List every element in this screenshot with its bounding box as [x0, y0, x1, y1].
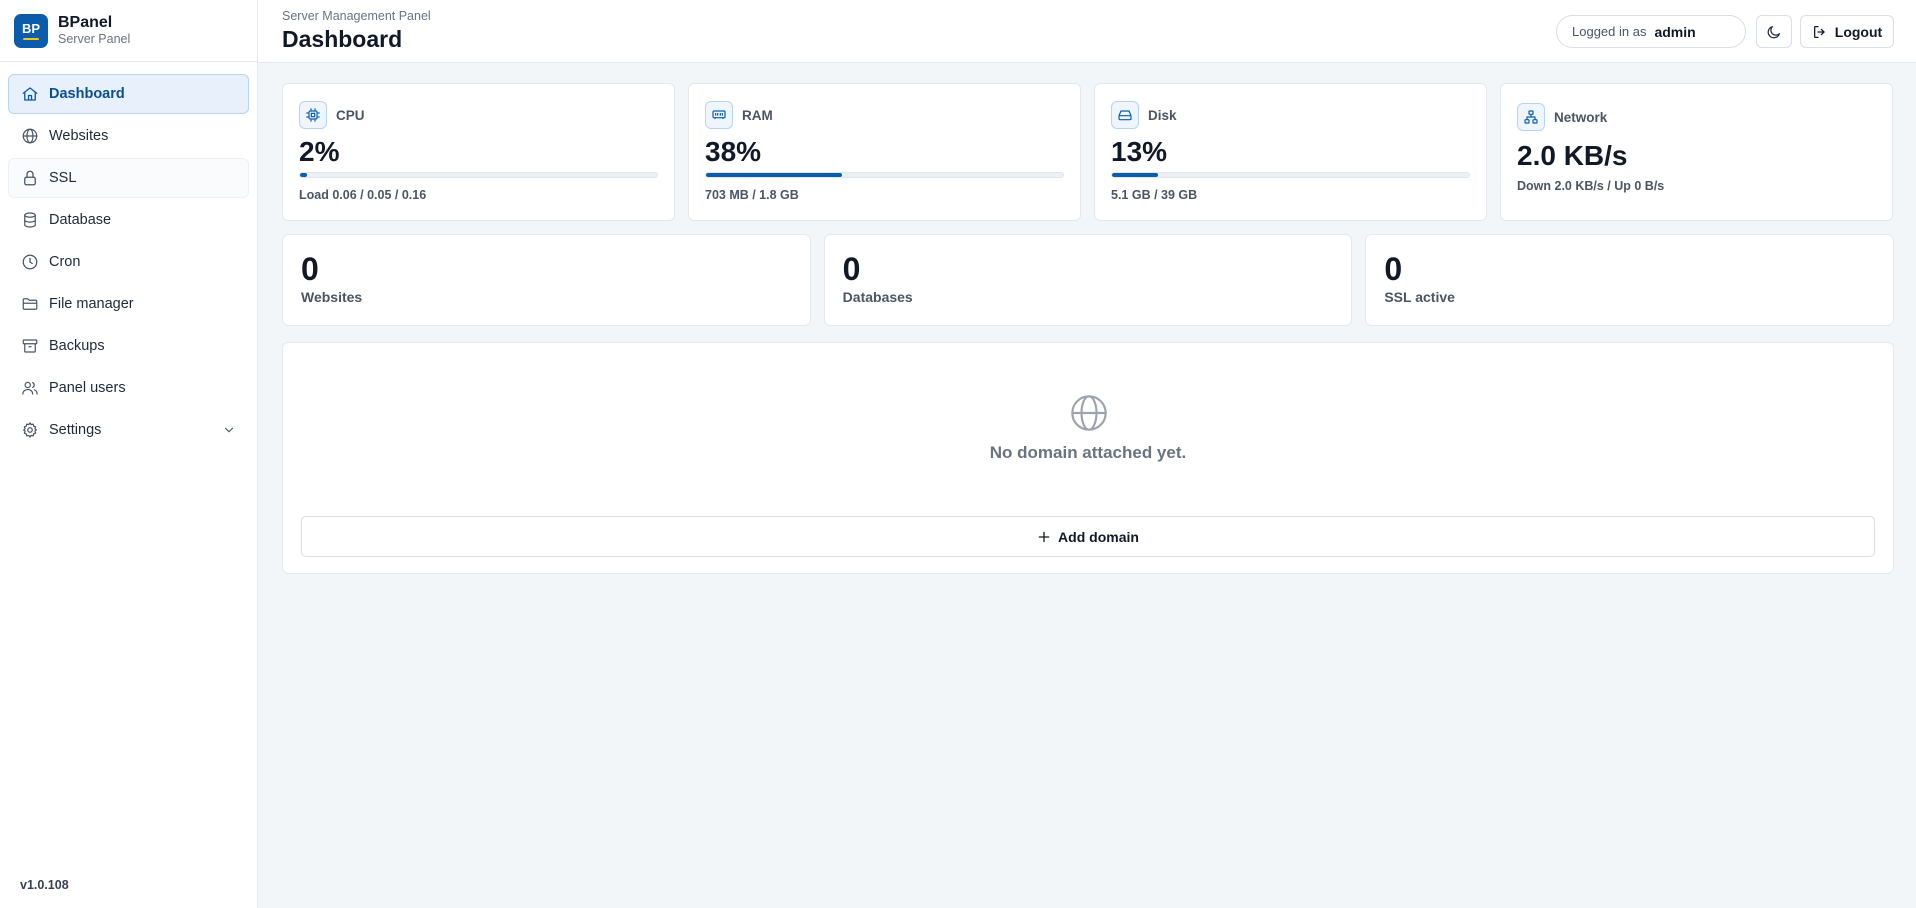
users-icon	[22, 381, 38, 395]
memory-icon	[705, 101, 733, 129]
clock-icon	[22, 254, 38, 270]
archive-icon	[22, 339, 38, 353]
brand-logo-bar	[23, 38, 39, 40]
cpu-progress	[299, 172, 658, 178]
ram-progress	[705, 172, 1064, 178]
sidebar-item-file-manager[interactable]: File manager	[8, 284, 249, 324]
sidebar-item-label: SSL	[49, 170, 77, 186]
add-domain-button[interactable]: Add domain	[301, 516, 1875, 557]
sidebar-item-label: Panel users	[49, 380, 126, 396]
databases-count-label: Databases	[842, 289, 913, 305]
brand-text: BPanel Server Panel	[58, 14, 130, 46]
logout-button[interactable]: Logout	[1800, 15, 1894, 48]
sidebar-item-label: File manager	[49, 296, 134, 312]
cpu-value: 2%	[299, 136, 340, 167]
summary-counts: 0 Websites 0 Databases 0 SSL active	[282, 234, 1895, 326]
globe-icon	[22, 128, 38, 144]
sidebar-item-label: Cron	[49, 254, 81, 270]
sidebar-item-database[interactable]: Database	[8, 200, 249, 240]
domains-panel: No domain attached yet. Add domain	[282, 342, 1894, 574]
user-badge: Logged in as admin	[1556, 15, 1746, 48]
globe-icon	[1071, 395, 1107, 431]
sidebar: BP BPanel Server Panel Dashboard Website…	[0, 0, 258, 908]
brand-subtitle: Server Panel	[58, 31, 131, 46]
ssl-count-label: SSL active	[1384, 289, 1455, 305]
network-card: Network 2.0 KB/s Down 2.0 KB/s / Up 0 B/…	[1500, 83, 1893, 221]
cpu-load: Load 0.06 / 0.05 / 0.16	[299, 188, 427, 202]
database-icon	[24, 212, 36, 228]
disk-value: 13%	[1111, 136, 1168, 167]
network-label: Network	[1554, 109, 1608, 125]
plus-icon	[1038, 531, 1050, 542]
gear-icon	[23, 422, 37, 438]
databases-count-card: 0 Databases	[823, 234, 1353, 326]
home-icon	[22, 87, 38, 101]
network-value: 2.0 KB/s	[1517, 140, 1628, 171]
add-domain-label: Add domain	[1058, 528, 1139, 545]
brand-logo-text: BP	[21, 21, 41, 36]
ram-value: 38%	[705, 136, 762, 167]
folder-icon	[22, 298, 38, 310]
sidebar-item-cron[interactable]: Cron	[8, 242, 249, 282]
network-icon	[1517, 103, 1545, 131]
websites-count-card: 0 Websites	[282, 234, 811, 326]
resource-stats: CPU 2% Load 0.06 / 0.05 / 0.16 RAM 38% 7…	[282, 83, 1894, 221]
logout-label: Logout	[1834, 23, 1883, 40]
brand-logo: BP	[14, 13, 48, 48]
sidebar-item-label: Backups	[49, 338, 105, 354]
sidebar-nav: Dashboard Websites SSL Database Cron Fil…	[0, 62, 257, 450]
disk-progress-fill	[1112, 173, 1159, 177]
sidebar-item-label: Dashboard	[49, 86, 125, 102]
app-version: v1.0.108	[20, 878, 69, 892]
top-header: Server Management Panel Dashboard Logged…	[258, 0, 1916, 63]
cpu-label: CPU	[336, 107, 365, 123]
ssl-count: 0	[1384, 251, 1403, 287]
network-traffic: Down 2.0 KB/s / Up 0 B/s	[1517, 179, 1665, 193]
ram-progress-fill	[706, 173, 842, 177]
ram-usage: 703 MB / 1.8 GB	[705, 188, 799, 202]
disk-card: Disk 13% 5.1 GB / 39 GB	[1094, 83, 1487, 221]
empty-state-text: No domain attached yet.	[989, 443, 1187, 462]
theme-toggle-button[interactable]	[1756, 15, 1792, 48]
cpu-icon	[299, 101, 327, 129]
moon-icon	[1767, 25, 1780, 38]
websites-count-label: Websites	[301, 289, 363, 305]
websites-count: 0	[301, 251, 319, 287]
disk-progress	[1111, 172, 1470, 178]
main-content: CPU 2% Load 0.06 / 0.05 / 0.16 RAM 38% 7…	[282, 83, 1895, 574]
sidebar-item-backups[interactable]: Backups	[8, 326, 249, 366]
ssl-count-card: 0 SSL active	[1365, 234, 1895, 326]
ram-label: RAM	[742, 107, 773, 123]
sidebar-item-label: Settings	[49, 422, 102, 438]
hard-drive-icon	[1111, 101, 1139, 129]
lock-icon	[24, 170, 36, 186]
sidebar-item-label: Database	[49, 212, 112, 228]
cpu-progress-fill	[300, 173, 308, 177]
sidebar-item-settings[interactable]: Settings	[8, 410, 249, 450]
databases-count: 0	[842, 251, 861, 287]
sidebar-item-websites[interactable]: Websites	[8, 116, 249, 156]
sidebar-item-ssl[interactable]: SSL	[8, 158, 249, 198]
username: admin	[1654, 23, 1696, 40]
cpu-card: CPU 2% Load 0.06 / 0.05 / 0.16	[282, 83, 675, 221]
brand-name: BPanel	[58, 14, 113, 32]
page-title: Dashboard	[282, 26, 403, 52]
header-subtitle: Server Management Panel	[282, 9, 431, 23]
disk-usage: 5.1 GB / 39 GB	[1111, 188, 1198, 202]
ram-card: RAM 38% 703 MB / 1.8 GB	[688, 83, 1081, 221]
chevron-down-icon[interactable]	[222, 423, 236, 437]
logged-in-label: Logged in as	[1572, 24, 1647, 39]
sidebar-item-panel-users[interactable]: Panel users	[8, 368, 249, 408]
sidebar-item-label: Websites	[49, 128, 109, 144]
brand[interactable]: BP BPanel Server Panel	[0, 0, 257, 62]
sidebar-item-dashboard[interactable]: Dashboard	[8, 74, 249, 114]
logout-icon	[1813, 25, 1825, 38]
disk-label: Disk	[1148, 107, 1177, 123]
